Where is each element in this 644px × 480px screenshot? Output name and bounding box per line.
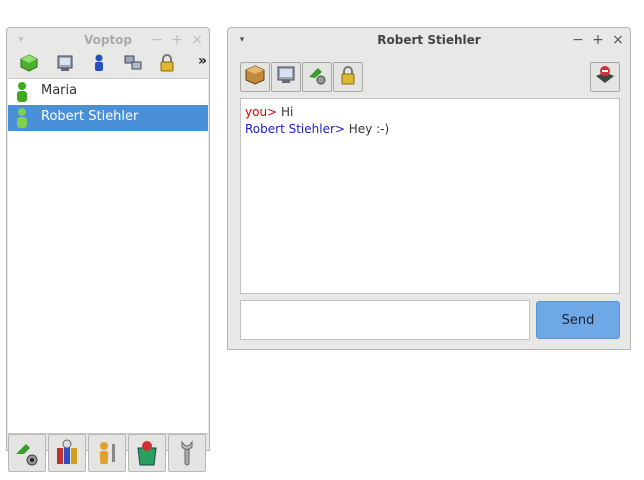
window-menu-button[interactable]: ▾	[234, 32, 250, 48]
contact-list-titlebar[interactable]: ▾ Voptop − + ×	[7, 28, 209, 52]
contact-toolbar: »	[11, 51, 207, 77]
conference-icon[interactable]	[48, 434, 86, 472]
contact-item-maria[interactable]: Maria	[8, 79, 208, 105]
block-user-icon	[594, 64, 616, 90]
message-sender: you>	[245, 105, 278, 119]
chat-history: you> Hi Robert Stiehler> Hey :-)	[240, 98, 620, 294]
message-sender: Robert Stiehler>	[245, 122, 345, 136]
contact-name: Robert Stiehler	[41, 109, 139, 124]
trash-icon[interactable]	[128, 434, 166, 472]
contact-list: Maria Robert Stiehler	[8, 78, 208, 434]
chat-titlebar[interactable]: ▾ Robert Stiehler − + ×	[228, 28, 630, 52]
call-webcam-icon[interactable]	[8, 434, 46, 472]
send-button[interactable]: Send	[536, 301, 620, 339]
close-button[interactable]: ×	[612, 31, 624, 49]
window-title: Robert Stiehler	[377, 33, 481, 47]
contact-actions-bar	[8, 434, 208, 472]
message-text: Hey :-)	[348, 122, 390, 136]
encryption-button[interactable]	[333, 62, 363, 92]
user-settings-icon[interactable]	[88, 434, 126, 472]
wrench-icon[interactable]	[168, 434, 206, 472]
toolbar-overflow-button[interactable]: »	[198, 53, 207, 69]
contact-item-robert-stiehler[interactable]: Robert Stiehler	[8, 105, 208, 131]
call-button[interactable]	[302, 62, 332, 92]
person-blue-icon[interactable]	[89, 53, 109, 73]
lock-icon	[337, 64, 359, 90]
message-input[interactable]	[240, 300, 530, 340]
file-transfer-button[interactable]	[240, 62, 270, 92]
add-contact-icon[interactable]	[19, 53, 39, 73]
phone-icon	[306, 64, 328, 90]
computer-icon[interactable]	[55, 53, 75, 73]
close-button[interactable]: ×	[191, 31, 203, 49]
file-transfer-icon	[244, 64, 266, 90]
person-green-icon	[14, 81, 30, 103]
maximize-button[interactable]: +	[171, 31, 183, 49]
minimize-button[interactable]: −	[151, 31, 163, 49]
window-menu-button[interactable]: ▾	[13, 32, 29, 48]
block-user-button[interactable]	[590, 62, 620, 92]
contact-name: Maria	[41, 83, 78, 98]
maximize-button[interactable]: +	[592, 31, 604, 49]
computer-icon	[275, 64, 297, 90]
contact-list-window: ▾ Voptop − + × » Maria Robert Stiehler	[6, 27, 210, 472]
network-icon[interactable]	[123, 53, 143, 73]
chat-message: Robert Stiehler> Hey :-)	[245, 121, 615, 138]
lock-icon[interactable]	[157, 53, 177, 73]
message-text: Hi	[280, 105, 294, 119]
computer-button[interactable]	[271, 62, 301, 92]
minimize-button[interactable]: −	[572, 31, 584, 49]
window-title: Voptop	[83, 33, 133, 47]
chat-window: ▾ Robert Stiehler − + × you> Hi Robert S…	[227, 27, 631, 350]
person-green-icon	[14, 107, 30, 129]
chat-message: you> Hi	[245, 104, 615, 121]
